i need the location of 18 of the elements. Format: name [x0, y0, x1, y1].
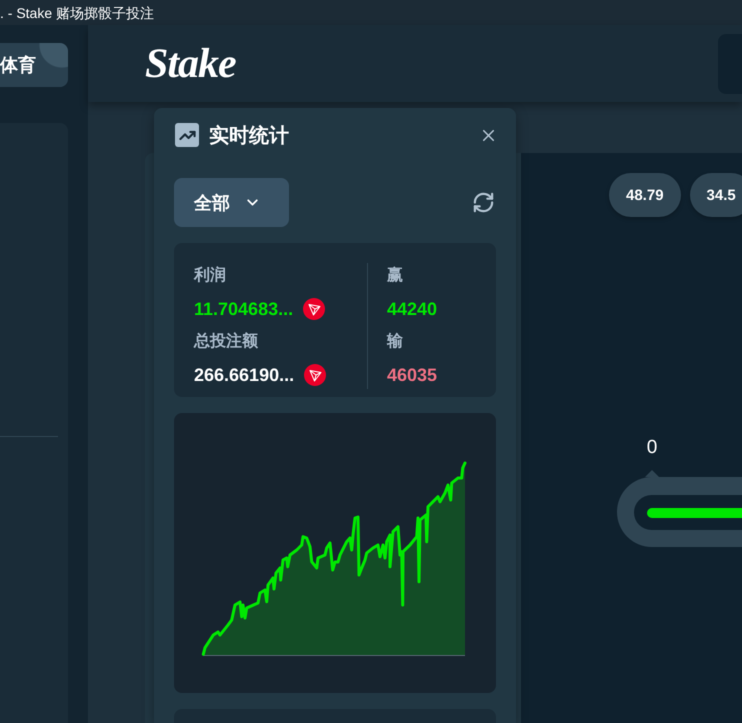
trend-chart-icon — [175, 123, 199, 147]
filter-dropdown[interactable]: 全部 — [174, 178, 289, 227]
refresh-button[interactable] — [472, 191, 495, 214]
stat-value: 11.704683... — [194, 298, 294, 320]
stat-label: 利润 — [194, 265, 226, 286]
stat-value: 266.66190... — [194, 364, 294, 386]
stat-label: 赢 — [387, 265, 403, 286]
logo[interactable]: Stake — [145, 40, 236, 88]
result-tag: 48.79 — [609, 173, 681, 217]
slider-scale-label: 0 — [646, 438, 658, 458]
stat-value: 44240 — [387, 298, 438, 320]
stat-label: 输 — [387, 332, 403, 352]
stat-label: 总投注额 — [194, 331, 258, 352]
refresh-icon — [472, 191, 495, 214]
window-title: . - Stake 赌场掷骰子投注 — [0, 4, 154, 22]
panel-title: 实时统计 — [209, 124, 289, 148]
result-tag: 34.5 — [690, 173, 742, 217]
stat-value: 46035 — [387, 364, 438, 386]
